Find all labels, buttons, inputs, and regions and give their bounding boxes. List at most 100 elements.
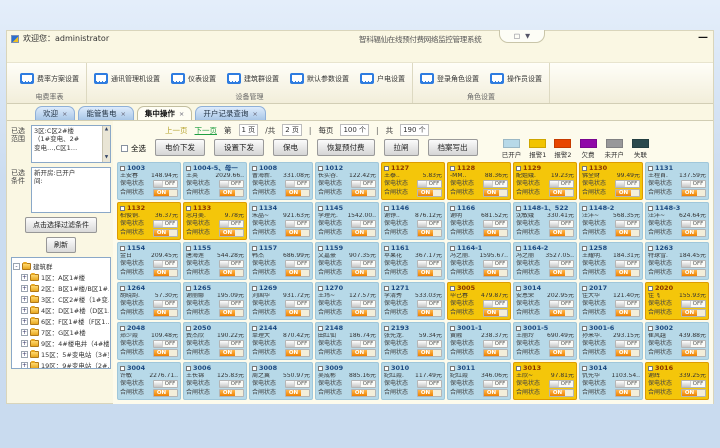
switch-toggle[interactable]: ON xyxy=(549,389,574,397)
document-tab[interactable]: 开户记录查询 × xyxy=(195,106,265,120)
room-card[interactable]: 1155 唐海莲 544.28元 保电状态 OFF xyxy=(183,242,247,280)
tree-expand-icon[interactable]: + xyxy=(21,285,28,292)
room-card[interactable]: 3009 吴成彬 885.16元 保电状态 OFF xyxy=(315,362,379,400)
room-card[interactable]: 2193 张先龙. 59.34元 保电状态 OFF xyxy=(381,322,445,360)
room-card[interactable]: 1154 金日 209.45元 保电状态 OFF xyxy=(117,242,181,280)
room-card[interactable]: 1164-1 冯之丽. 1595.67.. 保电状态 OFF xyxy=(447,242,511,280)
room-checkbox[interactable] xyxy=(186,166,191,171)
switch-toggle[interactable]: ON xyxy=(681,269,706,277)
room-card[interactable]: 1264 胡晓韵. 57.30元 保电状态 OFF xyxy=(117,282,181,320)
room-checkbox[interactable] xyxy=(318,246,323,251)
room-card[interactable]: 2020 佳飞 155.93元 保电状态 OFF xyxy=(645,282,709,320)
power-keep-toggle[interactable]: OFF xyxy=(153,380,178,388)
switch-toggle[interactable]: ON xyxy=(483,229,508,237)
power-keep-toggle[interactable]: OFF xyxy=(615,340,640,348)
tree-node[interactable]: + 1区：A区1#楼 xyxy=(13,272,109,282)
switch-toggle[interactable]: ON xyxy=(615,269,640,277)
action-button[interactable]: 恢复预付费 xyxy=(317,139,375,156)
power-keep-toggle[interactable]: OFF xyxy=(483,380,508,388)
switch-toggle[interactable]: ON xyxy=(483,309,508,317)
room-checkbox[interactable] xyxy=(186,326,191,331)
switch-toggle[interactable]: ON xyxy=(351,349,376,357)
room-checkbox[interactable] xyxy=(318,286,323,291)
room-checkbox[interactable] xyxy=(120,166,125,171)
power-keep-toggle[interactable]: OFF xyxy=(153,260,178,268)
switch-toggle[interactable]: ON xyxy=(417,309,442,317)
power-keep-toggle[interactable]: OFF xyxy=(285,260,310,268)
current-page-box[interactable]: 1 页 xyxy=(239,124,259,136)
ribbon-button[interactable]: 通讯管理机设置 xyxy=(94,73,160,84)
power-keep-toggle[interactable]: OFF xyxy=(351,220,376,228)
switch-toggle[interactable]: ON xyxy=(351,269,376,277)
room-checkbox[interactable] xyxy=(186,366,191,371)
switch-toggle[interactable]: ON xyxy=(615,189,640,197)
switch-toggle[interactable]: ON xyxy=(285,389,310,397)
tree-node[interactable]: + 15区：5#变电站（3#变… xyxy=(13,349,109,359)
room-card[interactable]: 1258 王耀明. 184.31元 保电状态 OFF xyxy=(579,242,643,280)
room-checkbox[interactable] xyxy=(120,366,125,371)
switch-toggle[interactable]: ON xyxy=(219,349,244,357)
ribbon-button[interactable]: 建筑群设置 xyxy=(227,73,279,84)
tree-expand-icon[interactable]: + xyxy=(21,329,28,336)
room-card[interactable]: 1008 曹海新. 331.08元 保电状态 OFF xyxy=(249,162,313,200)
room-card[interactable]: 1146 谢铮.. 876.12元 保电状态 OFF xyxy=(381,202,445,240)
tree-root[interactable]: - 建筑群 xyxy=(13,261,109,271)
room-checkbox[interactable] xyxy=(582,166,587,171)
room-card[interactable]: 2148 田红仙 186.74元 保电状态 OFF xyxy=(315,322,379,360)
switch-toggle[interactable]: ON xyxy=(549,269,574,277)
power-keep-toggle[interactable]: OFF xyxy=(153,300,178,308)
power-keep-toggle[interactable]: OFF xyxy=(615,220,640,228)
power-keep-toggle[interactable]: OFF xyxy=(153,220,178,228)
switch-toggle[interactable]: ON xyxy=(483,189,508,197)
power-keep-toggle[interactable]: OFF xyxy=(483,300,508,308)
switch-toggle[interactable]: ON xyxy=(681,189,706,197)
tab-close-icon[interactable]: × xyxy=(252,110,257,118)
room-card[interactable]: 1148-1、522 沈敏娥 330.41元 保电状态 OFF xyxy=(513,202,577,240)
room-card[interactable]: 1004-5、母一 王英 2029.66.. 保电状态 OFF xyxy=(183,162,247,200)
room-checkbox[interactable] xyxy=(318,326,323,331)
tree-expand-icon[interactable]: + xyxy=(21,296,28,303)
switch-toggle[interactable]: ON xyxy=(615,309,640,317)
room-card[interactable]: 3010 纪红霞. 117.49元 保电状态 OFF xyxy=(381,362,445,400)
room-checkbox[interactable] xyxy=(450,286,455,291)
document-tab[interactable]: 欢迎 × xyxy=(35,106,75,120)
room-checkbox[interactable] xyxy=(450,166,455,171)
tree-node[interactable]: + 7区：G区1#楼 xyxy=(13,327,109,337)
room-card[interactable]: 1269 刘国华 931.72元 保电状态 OFF xyxy=(249,282,313,320)
switch-toggle[interactable]: ON xyxy=(219,269,244,277)
power-keep-toggle[interactable]: OFF xyxy=(549,340,574,348)
refresh-button[interactable]: 刷新 xyxy=(46,237,76,253)
power-keep-toggle[interactable]: OFF xyxy=(483,260,508,268)
tree-expand-icon[interactable]: + xyxy=(21,351,28,358)
power-keep-toggle[interactable]: OFF xyxy=(153,340,178,348)
switch-toggle[interactable]: ON xyxy=(549,349,574,357)
switch-toggle[interactable]: ON xyxy=(219,189,244,197)
power-keep-toggle[interactable]: OFF xyxy=(285,220,310,228)
switch-toggle[interactable]: ON xyxy=(153,269,178,277)
power-keep-toggle[interactable]: OFF xyxy=(219,260,244,268)
power-keep-toggle[interactable]: OFF xyxy=(417,220,442,228)
power-keep-toggle[interactable]: OFF xyxy=(417,340,442,348)
switch-toggle[interactable]: ON xyxy=(285,229,310,237)
switch-toggle[interactable]: ON xyxy=(351,189,376,197)
power-keep-toggle[interactable]: OFF xyxy=(285,380,310,388)
tree-collapse-icon[interactable]: - xyxy=(13,263,20,270)
switch-toggle[interactable]: ON xyxy=(417,389,442,397)
tab-close-icon[interactable]: × xyxy=(120,110,125,118)
room-checkbox[interactable] xyxy=(450,366,455,371)
scope-listbox[interactable]: 3区:C区2#楼（1#变电、2#变电…,C区1… ▲ ▼ xyxy=(31,125,111,163)
room-card[interactable]: 1130 佛全财 99.49元 保电状态 OFF xyxy=(579,162,643,200)
tree-node[interactable]: + 4区：D区1#楼（D区1… xyxy=(13,305,109,315)
room-checkbox[interactable] xyxy=(648,246,653,251)
power-keep-toggle[interactable]: OFF xyxy=(483,340,508,348)
switch-toggle[interactable]: ON xyxy=(285,309,310,317)
room-checkbox[interactable] xyxy=(516,286,521,291)
scope-scrollbar[interactable]: ▲ ▼ xyxy=(102,126,110,162)
room-checkbox[interactable] xyxy=(252,286,257,291)
ribbon-button[interactable]: 费率方案设置 xyxy=(20,73,79,84)
room-checkbox[interactable] xyxy=(252,166,257,171)
room-card[interactable]: 1133 忠月美. 9.78元 保电状态 OFF xyxy=(183,202,247,240)
power-keep-toggle[interactable]: OFF xyxy=(681,380,706,388)
power-keep-toggle[interactable]: OFF xyxy=(615,300,640,308)
room-checkbox[interactable] xyxy=(252,246,257,251)
